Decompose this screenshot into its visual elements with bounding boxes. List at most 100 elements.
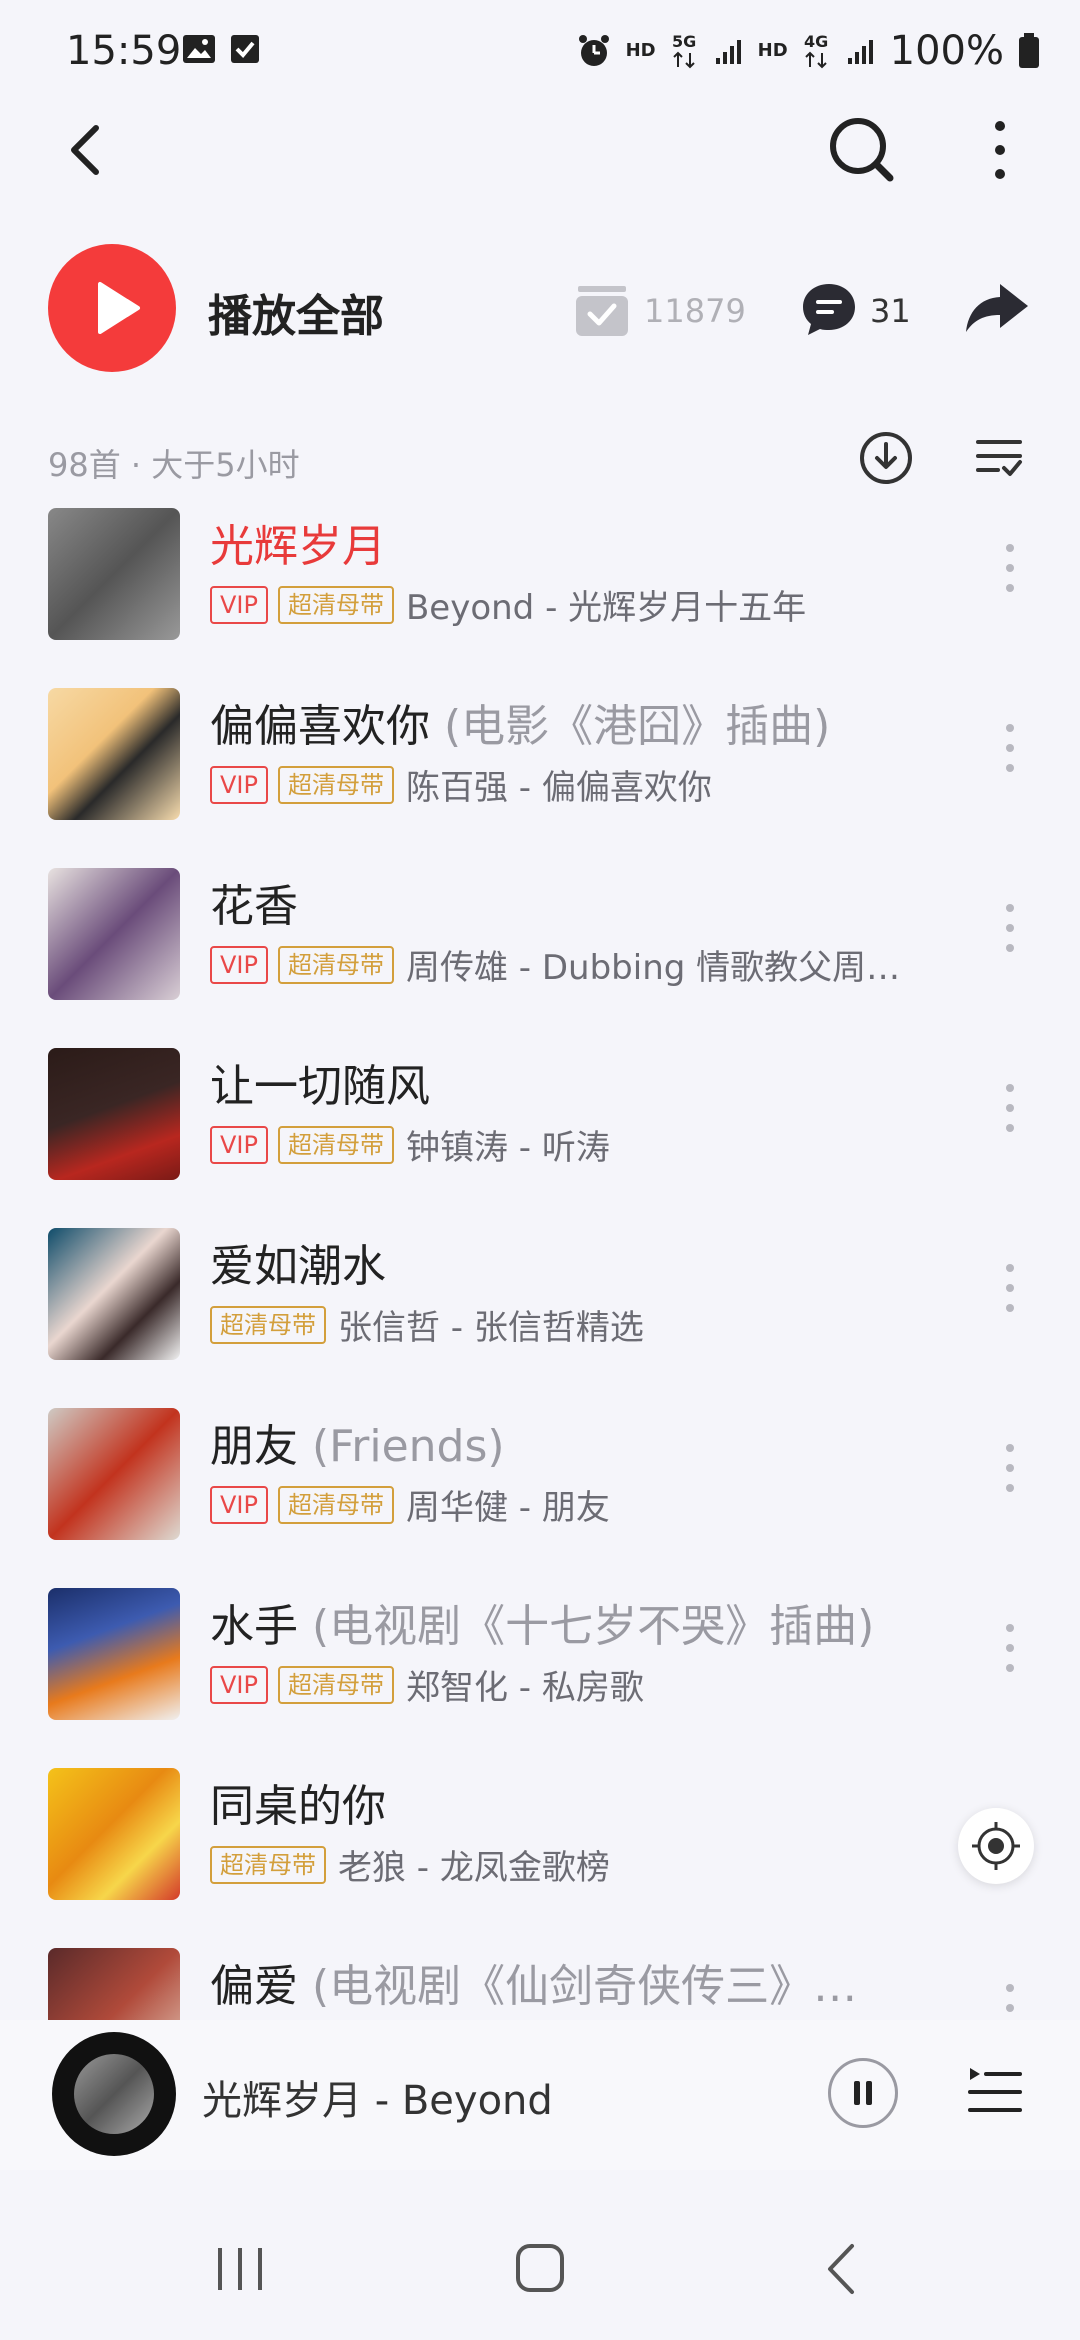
list-item[interactable]: 让一切随风 VIP 超清母带 钟镇涛 - 听涛 [0,1040,1080,1220]
pause-button[interactable] [828,2058,898,2128]
more-vertical-icon[interactable] [998,898,1022,958]
signal-icon [715,40,741,64]
vip-badge: VIP [210,1125,268,1164]
more-vertical-icon[interactable] [998,1978,1022,2020]
more-vertical-icon[interactable] [998,538,1022,598]
song-title: 朋友 (Friends) [210,1410,505,1474]
list-item[interactable]: 同桌的你 超清母带 老狼 - 龙凤金歌榜 [0,1760,1080,1940]
song-title: 偏偏喜欢你 (电影《港囧》插曲) [210,690,830,754]
status-right: HD 5G HD 4G 100% [576,28,1040,74]
song-title-main: 偏爱 [210,1961,298,2012]
status-time: 15:59 [66,28,182,74]
song-meta: VIP 超清母带 周传雄 - Dubbing 情歌教父周传… [210,940,926,989]
song-title-suffix: (电视剧《十七岁不哭》插曲) [298,1601,875,1652]
song-title-main: 偏偏喜欢你 [210,701,430,752]
more-vertical-icon[interactable] [998,1618,1022,1678]
list-item[interactable]: 偏爱 (电视剧《仙剑奇侠传三》… [0,1940,1080,2020]
play-all-label[interactable]: 播放全部 [208,280,384,344]
hq-badge: 超清母带 [210,1305,326,1344]
pause-icon [854,2081,872,2105]
song-title: 偏爱 (电视剧《仙剑奇侠传三》… [210,1950,857,2014]
list-item[interactable]: 光辉岁月 VIP 超清母带 Beyond - 光辉岁月十五年 [0,500,1080,680]
hq-badge: 超清母带 [277,1485,394,1524]
list-item[interactable]: 水手 (电视剧《十七岁不哭》插曲) VIP 超清母带 郑智化 - 私房歌 [0,1580,1080,1760]
song-artist: Beyond - 光辉岁月十五年 [405,588,807,628]
alarm-icon [578,35,609,66]
album-cover [48,1408,180,1540]
more-vertical-icon[interactable] [998,718,1022,778]
more-vertical-icon[interactable] [980,110,1020,190]
list-item[interactable]: 花香 VIP 超清母带 周传雄 - Dubbing 情歌教父周传… [0,860,1080,1040]
playlist-meta-row: 98首 · 大于5小时 [0,420,1080,500]
song-artist: 周华健 - 朋友 [405,1488,610,1528]
hq-badge: 超清母带 [277,945,394,984]
song-artist: 郑智化 - 私房歌 [405,1668,644,1708]
song-list[interactable]: 光辉岁月 VIP 超清母带 Beyond - 光辉岁月十五年 偏偏喜欢你 (电影… [0,500,1080,2020]
comment-count: 31 [870,292,911,330]
mini-player-disc[interactable] [52,2032,176,2156]
vip-badge: VIP [210,585,268,624]
recent-apps-icon[interactable] [210,2242,270,2296]
back-icon[interactable] [58,110,118,190]
album-cover [48,1948,180,2020]
list-item[interactable]: 偏偏喜欢你 (电影《港囧》插曲) VIP 超清母带 陈百强 - 偏偏喜欢你 [0,680,1080,860]
more-vertical-icon[interactable] [998,1258,1022,1318]
song-meta: 超清母带 老狼 - 龙凤金歌榜 [210,1840,610,1889]
album-cover [48,1768,180,1900]
nav-back-icon[interactable] [822,2242,862,2296]
play-all-row: 播放全部 11879 31 [0,230,1080,372]
vip-badge: VIP [210,765,268,804]
hq-badge: 超清母带 [277,1125,394,1164]
song-meta: VIP 超清母带 郑智化 - 私房歌 [210,1660,644,1709]
share-icon[interactable] [964,280,1030,336]
download-icon[interactable] [858,430,914,486]
mini-player-title[interactable]: 光辉岁月 - Beyond [202,2068,553,2126]
album-cover [48,868,180,1000]
album-cover [48,508,180,640]
search-icon[interactable] [820,108,900,188]
signal-icon-2 [847,40,873,64]
hd-icon-2: HD [757,40,788,61]
album-cover [48,1588,180,1720]
vip-badge: VIP [210,1485,268,1524]
comment-icon[interactable] [800,280,858,338]
locate-icon [972,1822,1020,1870]
song-title: 花香 [210,870,298,934]
check-icon [231,35,259,63]
song-title-main: 让一切随风 [210,1061,430,1112]
play-icon [98,282,140,334]
vip-badge: VIP [210,945,268,984]
playlist-summary: 98首 · 大于5小时 [48,446,300,484]
multi-select-icon[interactable] [974,434,1024,480]
locate-playing-button[interactable] [958,1808,1034,1884]
top-bar [0,100,1080,200]
svg-text:5G: 5G [672,33,696,51]
play-all-button[interactable] [48,244,176,372]
list-item[interactable]: 爱如潮水 超清母带 张信哲 - 张信哲精选 [0,1220,1080,1400]
home-icon[interactable] [510,2242,570,2296]
song-meta: VIP 超清母带 钟镇涛 - 听涛 [210,1120,610,1169]
collect-icon[interactable] [574,282,630,338]
song-title: 爱如潮水 [210,1230,386,1294]
song-title-suffix: (Friends) [298,1421,505,1472]
song-title-main: 水手 [210,1601,298,1652]
song-title: 光辉岁月 [210,510,386,574]
song-title-main: 爱如潮水 [210,1241,386,1292]
mini-player[interactable]: 光辉岁月 - Beyond [0,2020,1080,2170]
song-meta: VIP 超清母带 周华健 - 朋友 [210,1480,610,1529]
song-title-main: 朋友 [210,1421,298,1472]
playlist-icon[interactable] [966,2064,1024,2120]
more-vertical-icon[interactable] [998,1078,1022,1138]
song-title: 水手 (电视剧《十七岁不哭》插曲) [210,1590,874,1654]
song-artist: 周传雄 - Dubbing 情歌教父周传… [405,948,926,988]
album-cover [48,1228,180,1360]
list-item[interactable]: 朋友 (Friends) VIP 超清母带 周华健 - 朋友 [0,1400,1080,1580]
battery-percent: 100% [889,28,1004,74]
image-icon [183,35,215,63]
song-title-suffix: (电视剧《仙剑奇侠传三》… [298,1961,858,2012]
album-cover [48,688,180,820]
more-vertical-icon[interactable] [998,1438,1022,1498]
svg-text:4G: 4G [804,33,828,51]
song-title-main: 花香 [210,881,298,932]
song-title-main: 同桌的你 [210,1781,386,1832]
